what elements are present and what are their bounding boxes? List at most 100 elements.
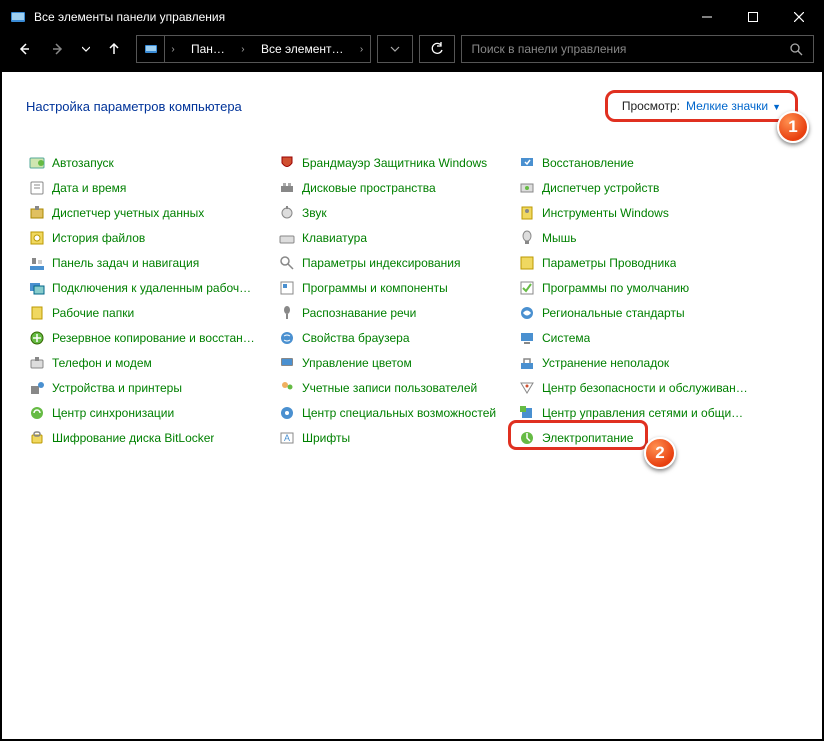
window-title: Все элементы панели управления — [34, 10, 684, 24]
control-panel-item[interactable]: Центр синхронизации — [26, 400, 276, 425]
control-panel-item[interactable]: Центр безопасности и обслуживан… — [516, 375, 776, 400]
control-panel-item[interactable]: AШрифты — [276, 425, 516, 450]
control-panel-icon — [10, 9, 26, 25]
search-icon[interactable] — [789, 42, 803, 56]
control-panel-item[interactable]: Региональные стандарты — [516, 300, 776, 325]
forward-button[interactable] — [44, 35, 72, 63]
control-panel-item[interactable]: Шифрование диска BitLocker — [26, 425, 276, 450]
item-label: Звук — [302, 206, 327, 220]
refresh-button[interactable] — [419, 35, 455, 63]
item-icon — [28, 404, 46, 422]
power-options-highlight: Электропитание2 — [516, 425, 633, 450]
item-icon — [518, 204, 536, 222]
address-bar[interactable]: › Пан… › Все элемент… › — [136, 35, 371, 63]
control-panel-item[interactable]: Устранение неполадок — [516, 350, 776, 375]
control-panel-item[interactable]: Клавиатура — [276, 225, 516, 250]
view-label: Просмотр: — [622, 99, 680, 113]
control-panel-item[interactable]: Свойства браузера — [276, 325, 516, 350]
item-label: Диспетчер устройств — [542, 181, 659, 195]
item-icon — [518, 404, 536, 422]
control-panel-item[interactable]: Подключения к удаленным рабоч… — [26, 275, 276, 300]
control-panel-item[interactable]: История файлов — [26, 225, 276, 250]
item-icon — [278, 229, 296, 247]
breadcrumb-segment-1[interactable]: Пан… — [181, 36, 235, 62]
control-panel-item[interactable]: Рабочие папки — [26, 300, 276, 325]
control-panel-item[interactable]: Программы по умолчанию — [516, 275, 776, 300]
control-panel-item[interactable]: Автозапуск — [26, 150, 276, 175]
control-panel-item[interactable]: Мышь — [516, 225, 776, 250]
control-panel-item[interactable]: Устройства и принтеры — [26, 375, 276, 400]
callout-badge-2: 2 — [644, 437, 676, 469]
item-label: Телефон и модем — [52, 356, 152, 370]
control-panel-item[interactable]: Параметры Проводника — [516, 250, 776, 275]
item-label: Учетные записи пользователей — [302, 381, 477, 395]
control-panel-item[interactable]: Распознавание речи — [276, 300, 516, 325]
item-icon — [278, 329, 296, 347]
item-label: Брандмауэр Защитника Windows — [302, 156, 487, 170]
item-label: Устройства и принтеры — [52, 381, 182, 395]
address-dropdown[interactable] — [377, 35, 413, 63]
item-label: Шифрование диска BitLocker — [52, 431, 214, 445]
control-panel-item[interactable]: Панель задач и навигация — [26, 250, 276, 275]
item-icon — [28, 179, 46, 197]
maximize-button[interactable] — [730, 2, 776, 32]
control-panel-item[interactable]: Резервное копирование и восстан… — [26, 325, 276, 350]
control-panel-item[interactable]: Управление цветом — [276, 350, 516, 375]
control-panel-item[interactable]: Учетные записи пользователей — [276, 375, 516, 400]
control-panel-item[interactable]: Программы и компоненты — [276, 275, 516, 300]
item-icon — [278, 154, 296, 172]
control-panel-item[interactable]: Центр управления сетями и общи… — [516, 400, 776, 425]
item-icon — [518, 304, 536, 322]
view-dropdown[interactable]: Мелкие значки▼ — [686, 99, 781, 113]
item-label: Автозапуск — [52, 156, 114, 170]
callout-badge-1: 1 — [777, 111, 809, 143]
control-panel-item[interactable]: Диспетчер учетных данных — [26, 200, 276, 225]
item-label: Распознавание речи — [302, 306, 416, 320]
item-icon — [28, 429, 46, 447]
chevron-right-icon[interactable]: › — [235, 36, 251, 62]
item-label: Резервное копирование и восстан… — [52, 331, 255, 345]
item-label: Клавиатура — [302, 231, 367, 245]
control-panel-item[interactable]: Телефон и модем — [26, 350, 276, 375]
search-input[interactable] — [472, 42, 789, 56]
item-icon — [278, 354, 296, 372]
recent-button[interactable] — [78, 35, 94, 63]
content-area: Настройка параметров компьютера Просмотр… — [2, 72, 822, 739]
control-panel-item[interactable]: Восстановление — [516, 150, 776, 175]
header-row: Настройка параметров компьютера Просмотр… — [26, 90, 798, 122]
item-label: Центр управления сетями и общи… — [542, 406, 743, 420]
item-icon — [278, 204, 296, 222]
item-label: Панель задач и навигация — [52, 256, 199, 270]
breadcrumb-segment-2[interactable]: Все элемент… — [251, 36, 354, 62]
up-button[interactable] — [100, 35, 128, 63]
control-panel-item[interactable]: Инструменты Windows — [516, 200, 776, 225]
item-icon: A — [278, 429, 296, 447]
minimize-button[interactable] — [684, 2, 730, 32]
control-panel-item[interactable]: Система — [516, 325, 776, 350]
control-panel-item[interactable]: Дата и время — [26, 175, 276, 200]
item-label: Центр безопасности и обслуживан… — [542, 381, 748, 395]
control-panel-item[interactable]: Звук — [276, 200, 516, 225]
items-grid: Автозапуск Дата и время Диспетчер учетных … — [26, 150, 798, 451]
item-label: Диспетчер учетных данных — [52, 206, 204, 220]
control-panel-item[interactable]: Электропитание — [516, 425, 633, 450]
item-label: Программы по умолчанию — [542, 281, 689, 295]
search-box[interactable] — [461, 35, 814, 63]
item-icon — [518, 179, 536, 197]
control-panel-item[interactable]: Центр специальных возможностей — [276, 400, 516, 425]
chevron-right-icon[interactable]: › — [354, 36, 370, 62]
toolbar: › Пан… › Все элемент… › — [2, 32, 822, 72]
control-panel-item[interactable]: Дисковые пространства — [276, 175, 516, 200]
item-label: Центр специальных возможностей — [302, 406, 496, 420]
control-panel-item[interactable]: Параметры индексирования — [276, 250, 516, 275]
close-button[interactable] — [776, 2, 822, 32]
item-label: Параметры индексирования — [302, 256, 460, 270]
control-panel-item[interactable]: Диспетчер устройств — [516, 175, 776, 200]
chevron-right-icon[interactable]: › — [165, 36, 181, 62]
back-button[interactable] — [10, 35, 38, 63]
item-icon — [278, 404, 296, 422]
item-icon — [28, 204, 46, 222]
control-panel-item[interactable]: Брандмауэр Защитника Windows — [276, 150, 516, 175]
item-icon — [278, 179, 296, 197]
item-icon — [278, 379, 296, 397]
